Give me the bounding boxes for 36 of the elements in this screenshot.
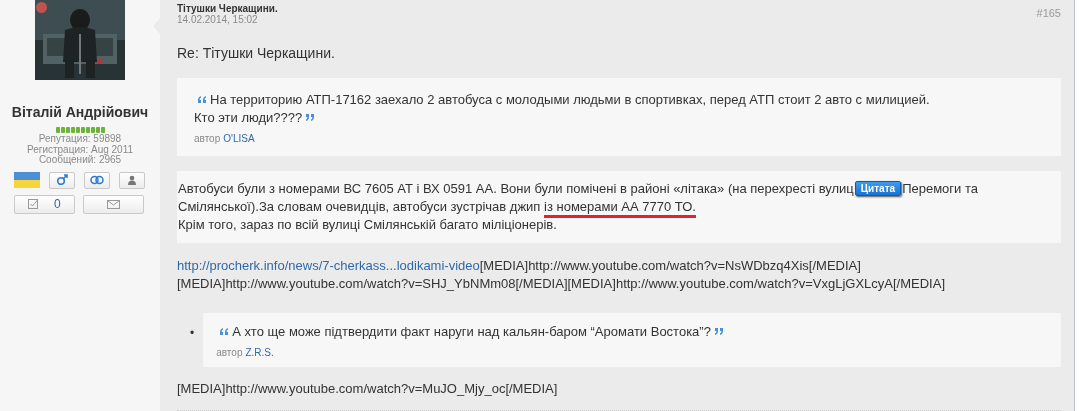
underlined-text: із номерами АА 7770 ТО. <box>544 199 696 218</box>
bullet: • <box>190 326 195 340</box>
quote-text: На территорию АТП-17162 заехало 2 автобуса с молодыми людьми в спортивках, перед АТП стоит 2 авто с милицией. Кто эти люди???? <box>194 91 931 127</box>
user-stat: Регистрация: Aug 2011 <box>25 144 135 155</box>
quote-author-label: автор <box>194 133 221 144</box>
thread-title[interactable]: Тітушки Черкащини. <box>177 3 278 14</box>
user-icon[interactable] <box>119 171 145 189</box>
envelope-icon <box>107 199 120 209</box>
checkbox-icon <box>28 199 40 209</box>
open-quote-icon <box>197 96 207 103</box>
post-date: 14.02.2014, 15:02 <box>177 14 258 25</box>
quote-button[interactable]: Цитата <box>854 181 902 196</box>
open-quote-icon <box>219 328 230 335</box>
like-button[interactable]: 0 <box>14 194 75 214</box>
close-quote-icon <box>305 114 316 121</box>
close-quote-icon <box>713 328 724 335</box>
male-icon[interactable] <box>49 171 75 189</box>
message-text: [MEDIA]http://www.youtube.com/watch?v=SHJ_YbNMm08[/MEDIA][MEDIA]http://www.youtube.com/watch?v=VxgLjGXLcyA[/MEDIA] <box>177 276 945 291</box>
quote-author-link[interactable]: Z.R.S. <box>245 347 274 358</box>
user-stat: Сообщений: 2965 <box>38 155 123 166</box>
message-text: Автобуси були з номерами ВС 7605 АТ і ВХ 0591 АА. Вони були помічені в районі «літака» (на перехресті вулиц <box>178 181 854 196</box>
message-text: [MEDIA]http://www.youtube.com/watch?v=NsWDbzq4Xis[/MEDIA] <box>479 258 861 273</box>
quote-author-label: автор <box>216 347 243 358</box>
username[interactable]: Віталій Андрійович <box>0 104 160 120</box>
rings-icon[interactable] <box>84 171 110 189</box>
user-stat: Репутация: 59898 <box>37 134 123 145</box>
post-subject: Re: Тітушки Черкащини. <box>177 45 336 61</box>
quote-text: А хто ще може підтвердити факт наруги над кальян-баром “Аромати Востока”? <box>216 323 1048 341</box>
quote-author-link[interactable]: O'LISA <box>223 133 255 144</box>
message-button[interactable] <box>83 194 144 214</box>
message-text: Перемоги та <box>902 181 978 196</box>
message-text: Крім того, зараз по всій вулиці Смілянській багато міліціонерів. <box>178 217 557 232</box>
message-text: [MEDIA]http://www.youtube.com/watch?v=MuJO_Mjy_oc[/MEDIA] <box>177 381 559 396</box>
message-text: Смілянської).За словам очевидців, автобуси зустрічав джип <box>178 199 541 214</box>
flag-icon <box>14 172 40 188</box>
external-link[interactable]: http://procherk.info/news/7-cherkass...lodikami-video <box>177 258 480 273</box>
